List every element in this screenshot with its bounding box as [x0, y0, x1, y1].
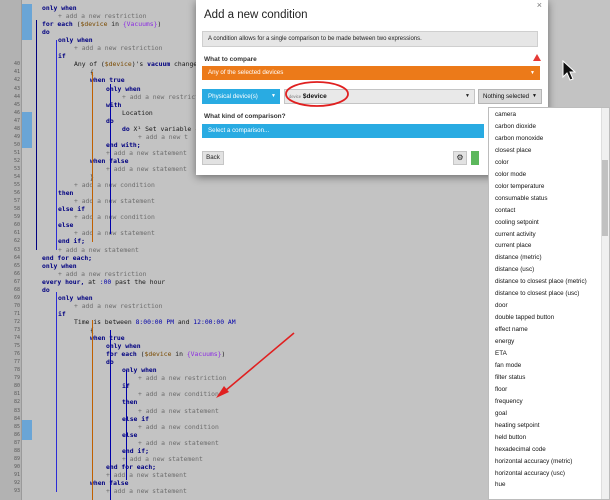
- dropdown-option[interactable]: current activity: [495, 229, 536, 241]
- attribute-select-value: Nothing selected: [483, 93, 530, 100]
- dropdown-option[interactable]: held button: [495, 432, 526, 444]
- comparison-select[interactable]: Select a comparison...: [202, 124, 484, 138]
- chevron-down-icon: ▼: [530, 70, 535, 76]
- scrollbar-thumb[interactable]: [602, 160, 608, 236]
- compare-select-value: Any of the selected devices: [208, 69, 284, 76]
- compare-label: What to compare: [204, 56, 257, 63]
- dropdown-option[interactable]: color: [495, 157, 509, 169]
- dropdown-option[interactable]: cooling setpoint: [495, 217, 539, 229]
- dropdown-option[interactable]: energy: [495, 336, 514, 348]
- dropdown-option[interactable]: horizontal accuracy (metric): [495, 456, 572, 468]
- dropdown-option[interactable]: ETA: [495, 348, 507, 360]
- chevron-down-icon: ▼: [465, 93, 470, 99]
- compare-select[interactable]: Any of the selected devices ▼: [202, 66, 540, 80]
- dropdown-option[interactable]: effect name: [495, 324, 528, 336]
- device-type-value: Physical device(s): [208, 93, 258, 100]
- dropdown-option[interactable]: carbon monoxide: [495, 133, 543, 145]
- annotation-circle: [285, 81, 349, 107]
- dropdown-option[interactable]: consumable status: [495, 193, 548, 205]
- dropdown-option[interactable]: horizontal accuracy (usc): [495, 468, 565, 480]
- dialog-description: A condition allows for a single comparis…: [202, 31, 538, 47]
- add-button[interactable]: [471, 151, 479, 165]
- dropdown-option[interactable]: goal: [495, 408, 507, 420]
- comparison-label: What kind of comparison?: [204, 113, 286, 120]
- dropdown-option[interactable]: filter status: [495, 372, 525, 384]
- dropdown-option[interactable]: distance to closest place (usc): [495, 288, 579, 300]
- mouse-cursor-icon: [562, 60, 576, 81]
- dropdown-option[interactable]: heating setpoint: [495, 420, 539, 432]
- dropdown-option[interactable]: camera: [495, 109, 516, 121]
- circle-outline: [285, 81, 349, 107]
- device-type-select[interactable]: Physical device(s) ▼: [202, 89, 280, 104]
- arrow-shaft: [224, 332, 295, 392]
- dropdown-option[interactable]: distance (metric): [495, 252, 542, 264]
- dropdown-option[interactable]: closest place: [495, 145, 531, 157]
- dropdown-option[interactable]: color temperature: [495, 181, 544, 193]
- dropdown-option[interactable]: carbon dioxide: [495, 121, 536, 133]
- dialog-title: Add a new condition: [204, 9, 308, 21]
- chevron-down-icon: ▼: [271, 93, 276, 99]
- dropdown-option[interactable]: contact: [495, 205, 515, 217]
- arrow-head: [216, 386, 229, 398]
- dropdown-option[interactable]: frequency: [495, 396, 523, 408]
- dropdown-option[interactable]: floor: [495, 384, 507, 396]
- chevron-down-icon: ▼: [532, 93, 537, 99]
- dropdown-option[interactable]: distance to closest place (metric): [495, 276, 587, 288]
- dropdown-option[interactable]: hexadecimal code: [495, 444, 546, 456]
- dropdown-option[interactable]: hue: [495, 479, 506, 491]
- dropdown-option[interactable]: current place: [495, 240, 531, 252]
- dropdown-option[interactable]: door: [495, 300, 508, 312]
- comparison-select-value: Select a comparison...: [208, 127, 270, 134]
- warning-icon: [533, 54, 541, 61]
- dropdown-option[interactable]: distance (usc): [495, 264, 534, 276]
- attribute-dropdown-list[interactable]: camera carbon dioxide carbon monoxide close…: [488, 107, 610, 500]
- close-icon[interactable]: ×: [537, 0, 542, 10]
- dropdown-option[interactable]: fan mode: [495, 360, 521, 372]
- gear-icon[interactable]: ⚙: [453, 151, 467, 165]
- attribute-select[interactable]: Nothing selected ▼: [478, 89, 542, 104]
- dropdown-option[interactable]: color mode: [495, 169, 526, 181]
- dropdown-scrollbar[interactable]: [601, 108, 609, 499]
- dropdown-option[interactable]: double tapped button: [495, 312, 554, 324]
- back-button[interactable]: Back: [202, 151, 224, 165]
